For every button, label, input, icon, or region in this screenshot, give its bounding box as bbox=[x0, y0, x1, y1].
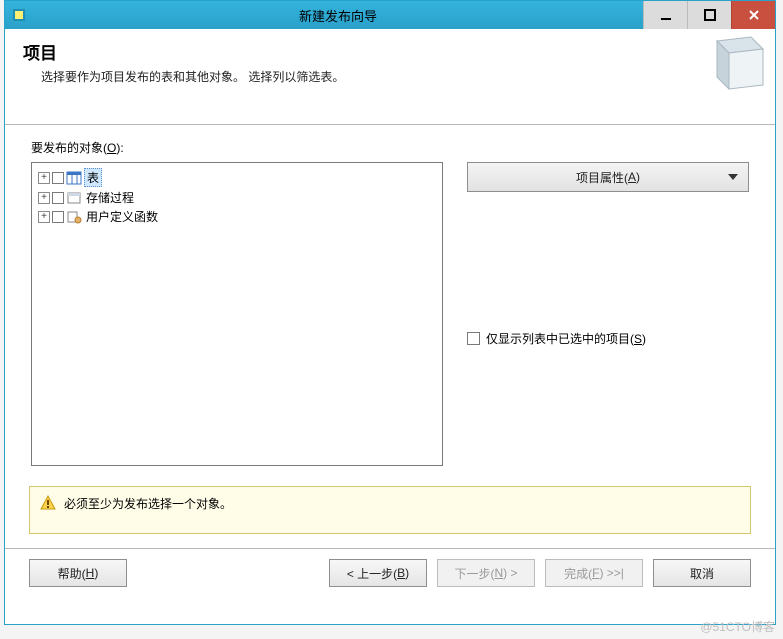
back-button[interactable]: < 上一步(B) bbox=[329, 559, 427, 587]
chevron-down-icon bbox=[728, 174, 738, 180]
expand-icon[interactable]: + bbox=[38, 211, 50, 223]
function-icon bbox=[66, 210, 82, 224]
next-button[interactable]: 下一步(N) > bbox=[437, 559, 535, 587]
tree-node-label: 存储过程 bbox=[84, 189, 136, 206]
only-selected-label: 仅显示列表中已选中的项目(S) bbox=[486, 330, 646, 347]
item-properties-button[interactable]: 项目属性(A) bbox=[467, 162, 749, 192]
only-selected-row: 仅显示列表中已选中的项目(S) bbox=[467, 330, 749, 347]
maximize-button[interactable] bbox=[687, 1, 731, 29]
wizard-header: 项目 选择要作为项目发布的表和其他对象。 选择列以筛选表。 bbox=[5, 29, 775, 125]
close-button[interactable] bbox=[731, 1, 775, 29]
tree-node-label: 用户定义函数 bbox=[84, 208, 160, 225]
app-icon bbox=[5, 1, 33, 29]
tree-node-stored-procs[interactable]: + 存储过程 bbox=[38, 188, 436, 207]
page-title: 项目 bbox=[23, 39, 757, 64]
window-buttons bbox=[643, 1, 775, 29]
checkbox[interactable] bbox=[52, 172, 64, 184]
window-title: 新建发布向导 bbox=[33, 1, 643, 29]
tree-node-label: 表 bbox=[84, 168, 102, 187]
warning-panel: 必须至少为发布选择一个对象。 bbox=[29, 486, 751, 534]
cancel-button[interactable]: 取消 bbox=[653, 559, 751, 587]
objects-label: 要发布的对象(O): bbox=[31, 139, 749, 156]
warning-icon bbox=[40, 495, 56, 511]
expand-icon[interactable]: + bbox=[38, 192, 50, 204]
content-area: 要发布的对象(O): + 表 + bbox=[5, 125, 775, 476]
expand-icon[interactable]: + bbox=[38, 172, 50, 184]
footer: 帮助(H) < 上一步(B) 下一步(N) > 完成(F) >>| 取消 bbox=[5, 549, 775, 599]
finish-button[interactable]: 完成(F) >>| bbox=[545, 559, 643, 587]
tree-node-udf[interactable]: + 用户定义函数 bbox=[38, 207, 436, 226]
page-subtitle: 选择要作为项目发布的表和其他对象。 选择列以筛选表。 bbox=[41, 68, 757, 85]
table-icon bbox=[66, 171, 82, 185]
watermark: @51CTO博客 bbox=[700, 618, 775, 635]
checkbox[interactable] bbox=[52, 192, 64, 204]
spacer bbox=[467, 192, 749, 322]
help-button[interactable]: 帮助(H) bbox=[29, 559, 127, 587]
only-selected-checkbox[interactable] bbox=[467, 332, 480, 345]
wizard-window: 新建发布向导 项目 选择要作为项目发布的表和其他对象。 选择列以筛选表。 bbox=[4, 0, 776, 625]
tree-node-tables[interactable]: + 表 bbox=[38, 167, 436, 188]
stored-proc-icon bbox=[66, 191, 82, 205]
warning-text: 必须至少为发布选择一个对象。 bbox=[64, 495, 232, 512]
header-banner-icon bbox=[711, 35, 769, 93]
checkbox[interactable] bbox=[52, 211, 64, 223]
minimize-button[interactable] bbox=[643, 1, 687, 29]
objects-tree[interactable]: + 表 + 存储过程 bbox=[31, 162, 443, 466]
titlebar: 新建发布向导 bbox=[5, 1, 775, 29]
